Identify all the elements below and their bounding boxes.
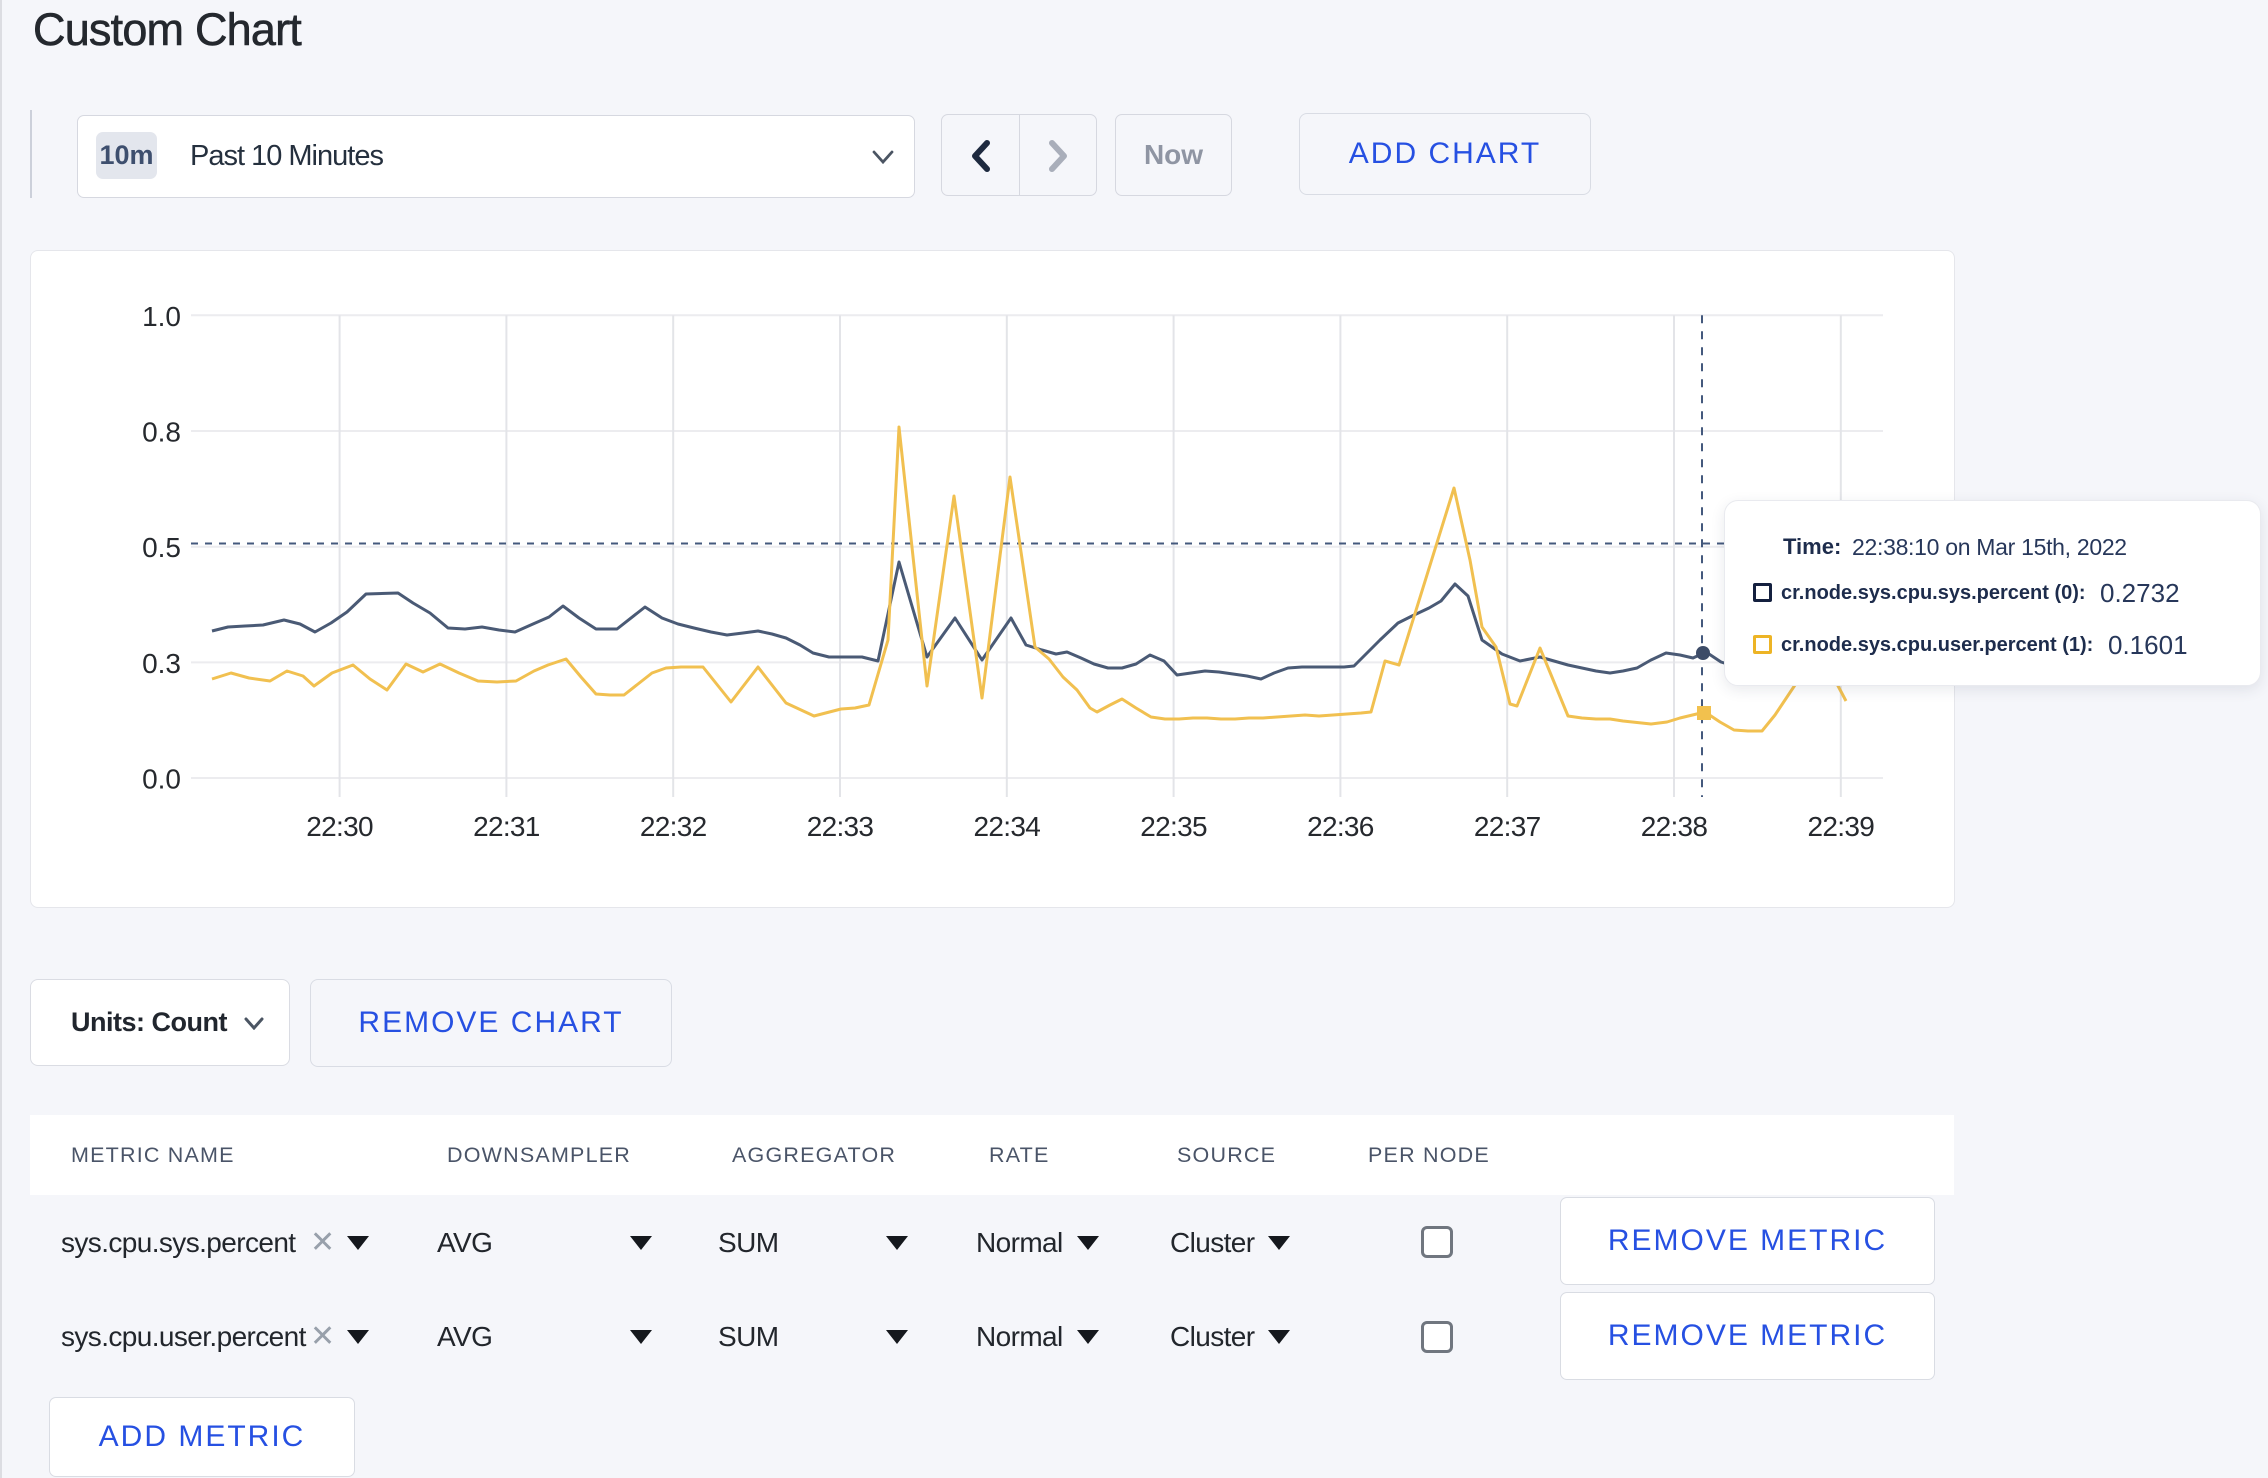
svg-text:22:31: 22:31 (473, 811, 540, 842)
svg-text:22:34: 22:34 (974, 811, 1041, 842)
svg-text:0.3: 0.3 (142, 648, 181, 679)
svg-text:22:39: 22:39 (1808, 811, 1875, 842)
svg-text:22:33: 22:33 (807, 811, 874, 842)
svg-text:22:32: 22:32 (640, 811, 707, 842)
svg-text:22:37: 22:37 (1474, 811, 1541, 842)
svg-text:0.5: 0.5 (142, 532, 181, 563)
svg-text:22:38: 22:38 (1641, 811, 1708, 842)
svg-text:22:30: 22:30 (306, 811, 373, 842)
svg-text:1.0: 1.0 (142, 301, 181, 332)
svg-text:0.0: 0.0 (142, 764, 181, 795)
svg-text:22:35: 22:35 (1140, 811, 1207, 842)
svg-text:0.8: 0.8 (142, 417, 181, 448)
svg-text:22:36: 22:36 (1307, 811, 1374, 842)
